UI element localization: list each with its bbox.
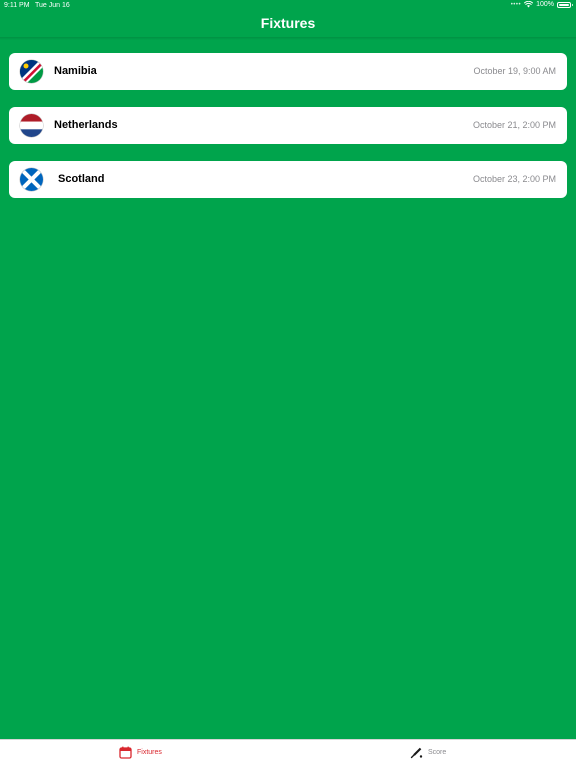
team-name: Namibia — [54, 65, 97, 77]
fixture-row-netherlands[interactable]: Netherlands October 21, 2:00 PM — [9, 107, 567, 144]
team-name: Netherlands — [54, 119, 118, 131]
fixture-date: October 21, 2:00 PM — [472, 120, 556, 130]
fixture-date: October 23, 2:00 PM — [472, 174, 556, 184]
fixture-row-namibia[interactable]: Namibia October 19, 9:00 AM — [9, 53, 567, 90]
tab-fixtures-label: Fixtures — [137, 749, 162, 756]
fixture-row-scotland[interactable]: Scotland October 23, 2:00 PM — [9, 161, 567, 198]
battery-icon — [557, 1, 573, 8]
cricket-bat-icon — [410, 747, 423, 759]
status-right: •••• 100% — [510, 1, 573, 8]
wifi-icon — [524, 1, 534, 8]
tab-score-label: Score — [428, 749, 447, 756]
scotland-flag-icon — [20, 168, 43, 191]
nav-bar-divider — [0, 37, 576, 40]
signal-dots-icon: •••• — [510, 1, 522, 8]
app-root: 9:11 PM Tue Jun 16 •••• 100% Fixtures Na… — [0, 0, 576, 768]
netherlands-flag-icon — [20, 114, 43, 137]
page-title: Fixtures — [260, 15, 316, 31]
tab-score[interactable]: Score — [410, 746, 446, 759]
battery-percent: 100% — [536, 1, 554, 8]
status-time: 9:11 PM — [4, 2, 30, 9]
namibia-flag-icon — [20, 60, 43, 83]
team-name: Scotland — [58, 173, 105, 185]
tab-fixtures[interactable]: Fixtures — [119, 746, 162, 759]
status-bar: 9:11 PM Tue Jun 16 •••• 100% — [0, 0, 576, 12]
calendar-icon — [119, 746, 132, 759]
status-date: Tue Jun 16 — [35, 2, 70, 9]
fixture-date: October 19, 9:00 AM — [473, 66, 556, 76]
fixture-list: Namibia October 19, 9:00 AM Netherlands … — [9, 53, 567, 215]
tab-bar: Fixtures Score — [0, 739, 576, 768]
